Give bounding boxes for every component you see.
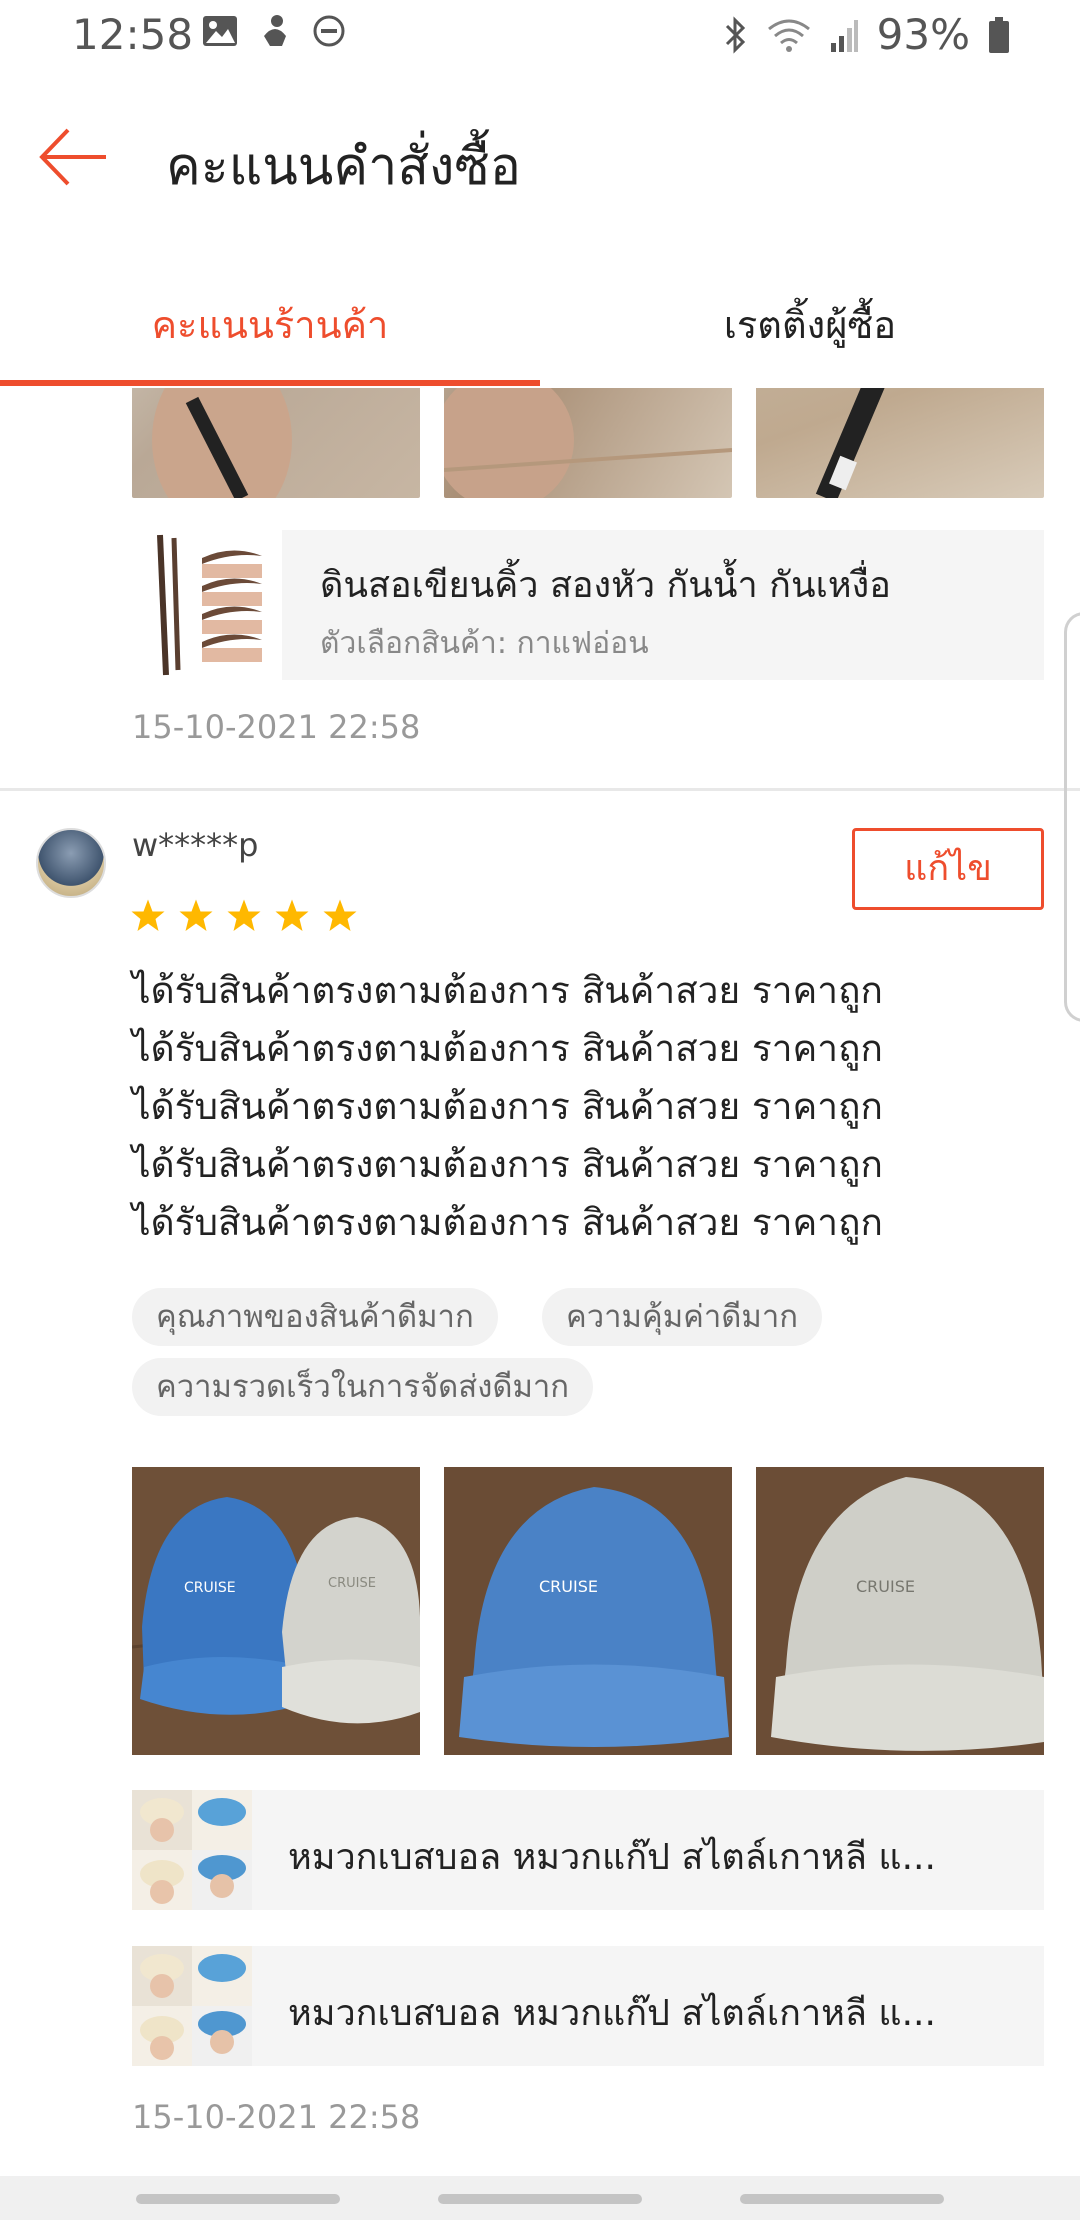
status-bar: 12:58 93% — [0, 0, 1080, 72]
review-photo[interactable]: CRUISE — [756, 1467, 1044, 1755]
status-time: 12:58 — [72, 10, 194, 59]
star-icon — [179, 899, 213, 931]
review-photo[interactable] — [132, 388, 420, 498]
star-icon — [227, 899, 261, 931]
product-name: หมวกเบสบอล หมวกแก๊ป สไตล์เกาหลี แ... — [288, 1993, 936, 2034]
review-photo[interactable]: CRUISE CRUISE — [132, 1467, 420, 1755]
product-thumbnail — [132, 1946, 252, 2066]
reviewer-username: w*****p — [132, 826, 259, 864]
battery-icon — [989, 16, 1009, 53]
review-photo[interactable]: CRUISE — [444, 1467, 732, 1755]
page-title: คะแนนคำสั่งซื้อ — [166, 137, 521, 197]
tab-buyer-rating[interactable]: เรตติ้งผู้ซื้อ — [540, 258, 1080, 388]
person-icon — [264, 15, 286, 46]
review-text-line: ได้รับสินค้าตรงตามต้องการ สินค้าสวย ราคา… — [132, 969, 883, 1012]
nav-pill — [136, 2194, 340, 2204]
review-tag: ความคุ้มค่าดีมาก — [542, 1288, 823, 1346]
avatar[interactable] — [36, 828, 106, 898]
review-text-line: ได้รับสินค้าตรงตามต้องการ สินค้าสวย ราคา… — [132, 1201, 883, 1244]
star-icon — [275, 899, 309, 931]
product-name: หมวกเบสบอล หมวกแก๊ป สไตล์เกาหลี แ... — [288, 1837, 936, 1878]
review-timestamp: 15-10-2021 22:58 — [132, 708, 421, 746]
scrollbar[interactable] — [1064, 612, 1080, 1022]
review-divider — [0, 788, 1080, 791]
back-arrow-icon — [39, 128, 106, 186]
product-card[interactable]: ดินสอเขียนคิ้ว สองหัว กันน้ำ กันเหงื่อ ต… — [132, 530, 1044, 680]
signal-icon — [830, 19, 858, 52]
app-bar: คะแนนคำสั่งซื้อ — [0, 72, 1080, 242]
tab-bar: คะแนนร้านค้า เรตติ้งผู้ซื้อ — [0, 258, 1080, 388]
active-tab-indicator — [0, 380, 540, 386]
review-tag: ความรวดเร็วในการจัดส่งดีมาก — [132, 1358, 594, 1416]
review-photo[interactable] — [756, 388, 1044, 498]
product-name: ดินสอเขียนคิ้ว สองหัว กันน้ำ กันเหงื่อ — [320, 565, 891, 606]
review-text-line: ได้รับสินค้าตรงตามต้องการ สินค้าสวย ราคา… — [132, 1085, 883, 1128]
status-icons-left — [202, 14, 346, 48]
tab-shop-rating[interactable]: คะแนนร้านค้า — [0, 258, 540, 388]
back-button[interactable] — [36, 122, 116, 192]
product-card[interactable]: หมวกเบสบอล หมวกแก๊ป สไตล์เกาหลี แ... — [132, 1790, 1044, 1910]
star-rating — [130, 898, 358, 934]
product-variant: ตัวเลือกสินค้า: กาแฟอ่อน — [320, 626, 649, 661]
cap-logo-text: CRUISE — [184, 1580, 236, 1596]
star-icon — [131, 899, 165, 931]
nav-pill — [740, 2194, 944, 2204]
cap-logo-text: CRUISE — [539, 1577, 598, 1596]
status-icons-right: 93% — [723, 10, 1010, 59]
image-icon — [203, 16, 237, 46]
product-thumbnail — [132, 530, 282, 680]
review-text-line: ได้รับสินค้าตรงตามต้องการ สินค้าสวย ราคา… — [132, 1143, 883, 1186]
review-list[interactable]: ดินสอเขียนคิ้ว สองหัว กันน้ำ กันเหงื่อ ต… — [0, 388, 1080, 2178]
bluetooth-icon — [725, 15, 745, 54]
product-card[interactable]: หมวกเบสบอล หมวกแก๊ป สไตล์เกาหลี แ... — [132, 1946, 1044, 2066]
review-text: ได้รับสินค้าตรงตามต้องการ สินค้าสวย ราคา… — [132, 962, 1012, 1252]
review-photo[interactable] — [444, 388, 732, 498]
battery-percent: 93% — [876, 10, 970, 59]
cap-logo-text: CRUISE — [856, 1577, 915, 1596]
cap-logo-text: CRUISE — [328, 1576, 376, 1591]
review-tag: คุณภาพของสินค้าดีมาก — [132, 1288, 498, 1346]
bottom-bar — [0, 2176, 1080, 2220]
review-timestamp: 15-10-2021 22:58 — [132, 2098, 421, 2136]
review-text-line: ได้รับสินค้าตรงตามต้องการ สินค้าสวย ราคา… — [132, 1027, 883, 1070]
nav-pill — [438, 2194, 642, 2204]
wifi-icon — [767, 19, 810, 52]
do-not-disturb-icon — [313, 15, 345, 47]
star-icon — [323, 899, 357, 931]
product-thumbnail — [132, 1790, 252, 1910]
edit-button[interactable]: แก้ไข — [852, 828, 1044, 910]
